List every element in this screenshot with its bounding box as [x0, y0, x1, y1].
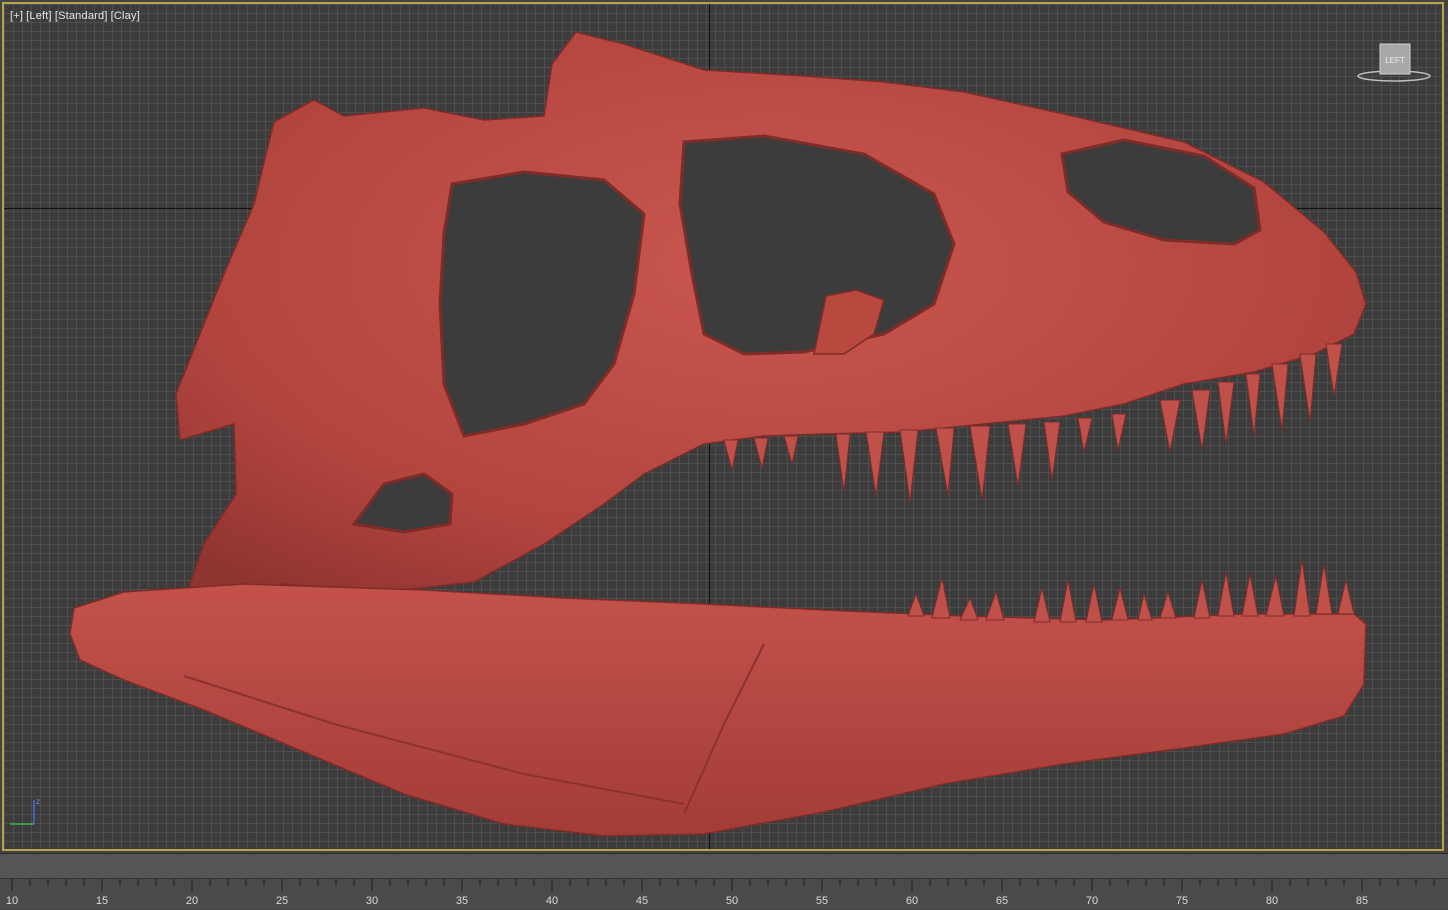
- skull-model[interactable]: [4, 4, 1444, 851]
- viewcube-face-label: LEFT: [1385, 56, 1405, 65]
- ruler-tick-label: 40: [546, 895, 558, 907]
- ruler-tick-label: 20: [186, 895, 198, 907]
- ruler-tick-label: 60: [906, 895, 918, 907]
- viewport-bottom-divider: [0, 853, 1448, 878]
- ruler-tick-label: 80: [1266, 895, 1278, 907]
- ruler-tick-label: 65: [996, 895, 1008, 907]
- ruler-tick-label: 70: [1086, 895, 1098, 907]
- ruler-tick-label: 45: [636, 895, 648, 907]
- ruler-tick-label: 25: [276, 895, 288, 907]
- ruler-tick-label: 85: [1356, 895, 1368, 907]
- ruler-tick-label: 15: [96, 895, 108, 907]
- viewport-left[interactable]: [+] [Left] [Standard] [Clay] LEFT z: [2, 2, 1444, 851]
- lower-jaw: [69, 583, 1367, 837]
- ruler-tick-label: 75: [1176, 895, 1188, 907]
- svg-text:z: z: [36, 797, 40, 806]
- ruler-tick-label: 30: [366, 895, 378, 907]
- viewcube[interactable]: LEFT: [1356, 42, 1434, 86]
- timeline-ticks: 101520253035404550556065707580859: [6, 879, 1435, 907]
- lower-teeth: [907, 559, 1355, 623]
- timeline-ruler[interactable]: 101520253035404550556065707580859: [0, 878, 1448, 909]
- ruler-tick-label: 55: [816, 895, 828, 907]
- ruler-tick-label: 10: [6, 895, 18, 907]
- axis-tripod-icon: z: [6, 794, 42, 830]
- ruler-tick-label: 35: [456, 895, 468, 907]
- upper-skull: [175, 31, 1367, 616]
- ruler-tick-label: 50: [726, 895, 738, 907]
